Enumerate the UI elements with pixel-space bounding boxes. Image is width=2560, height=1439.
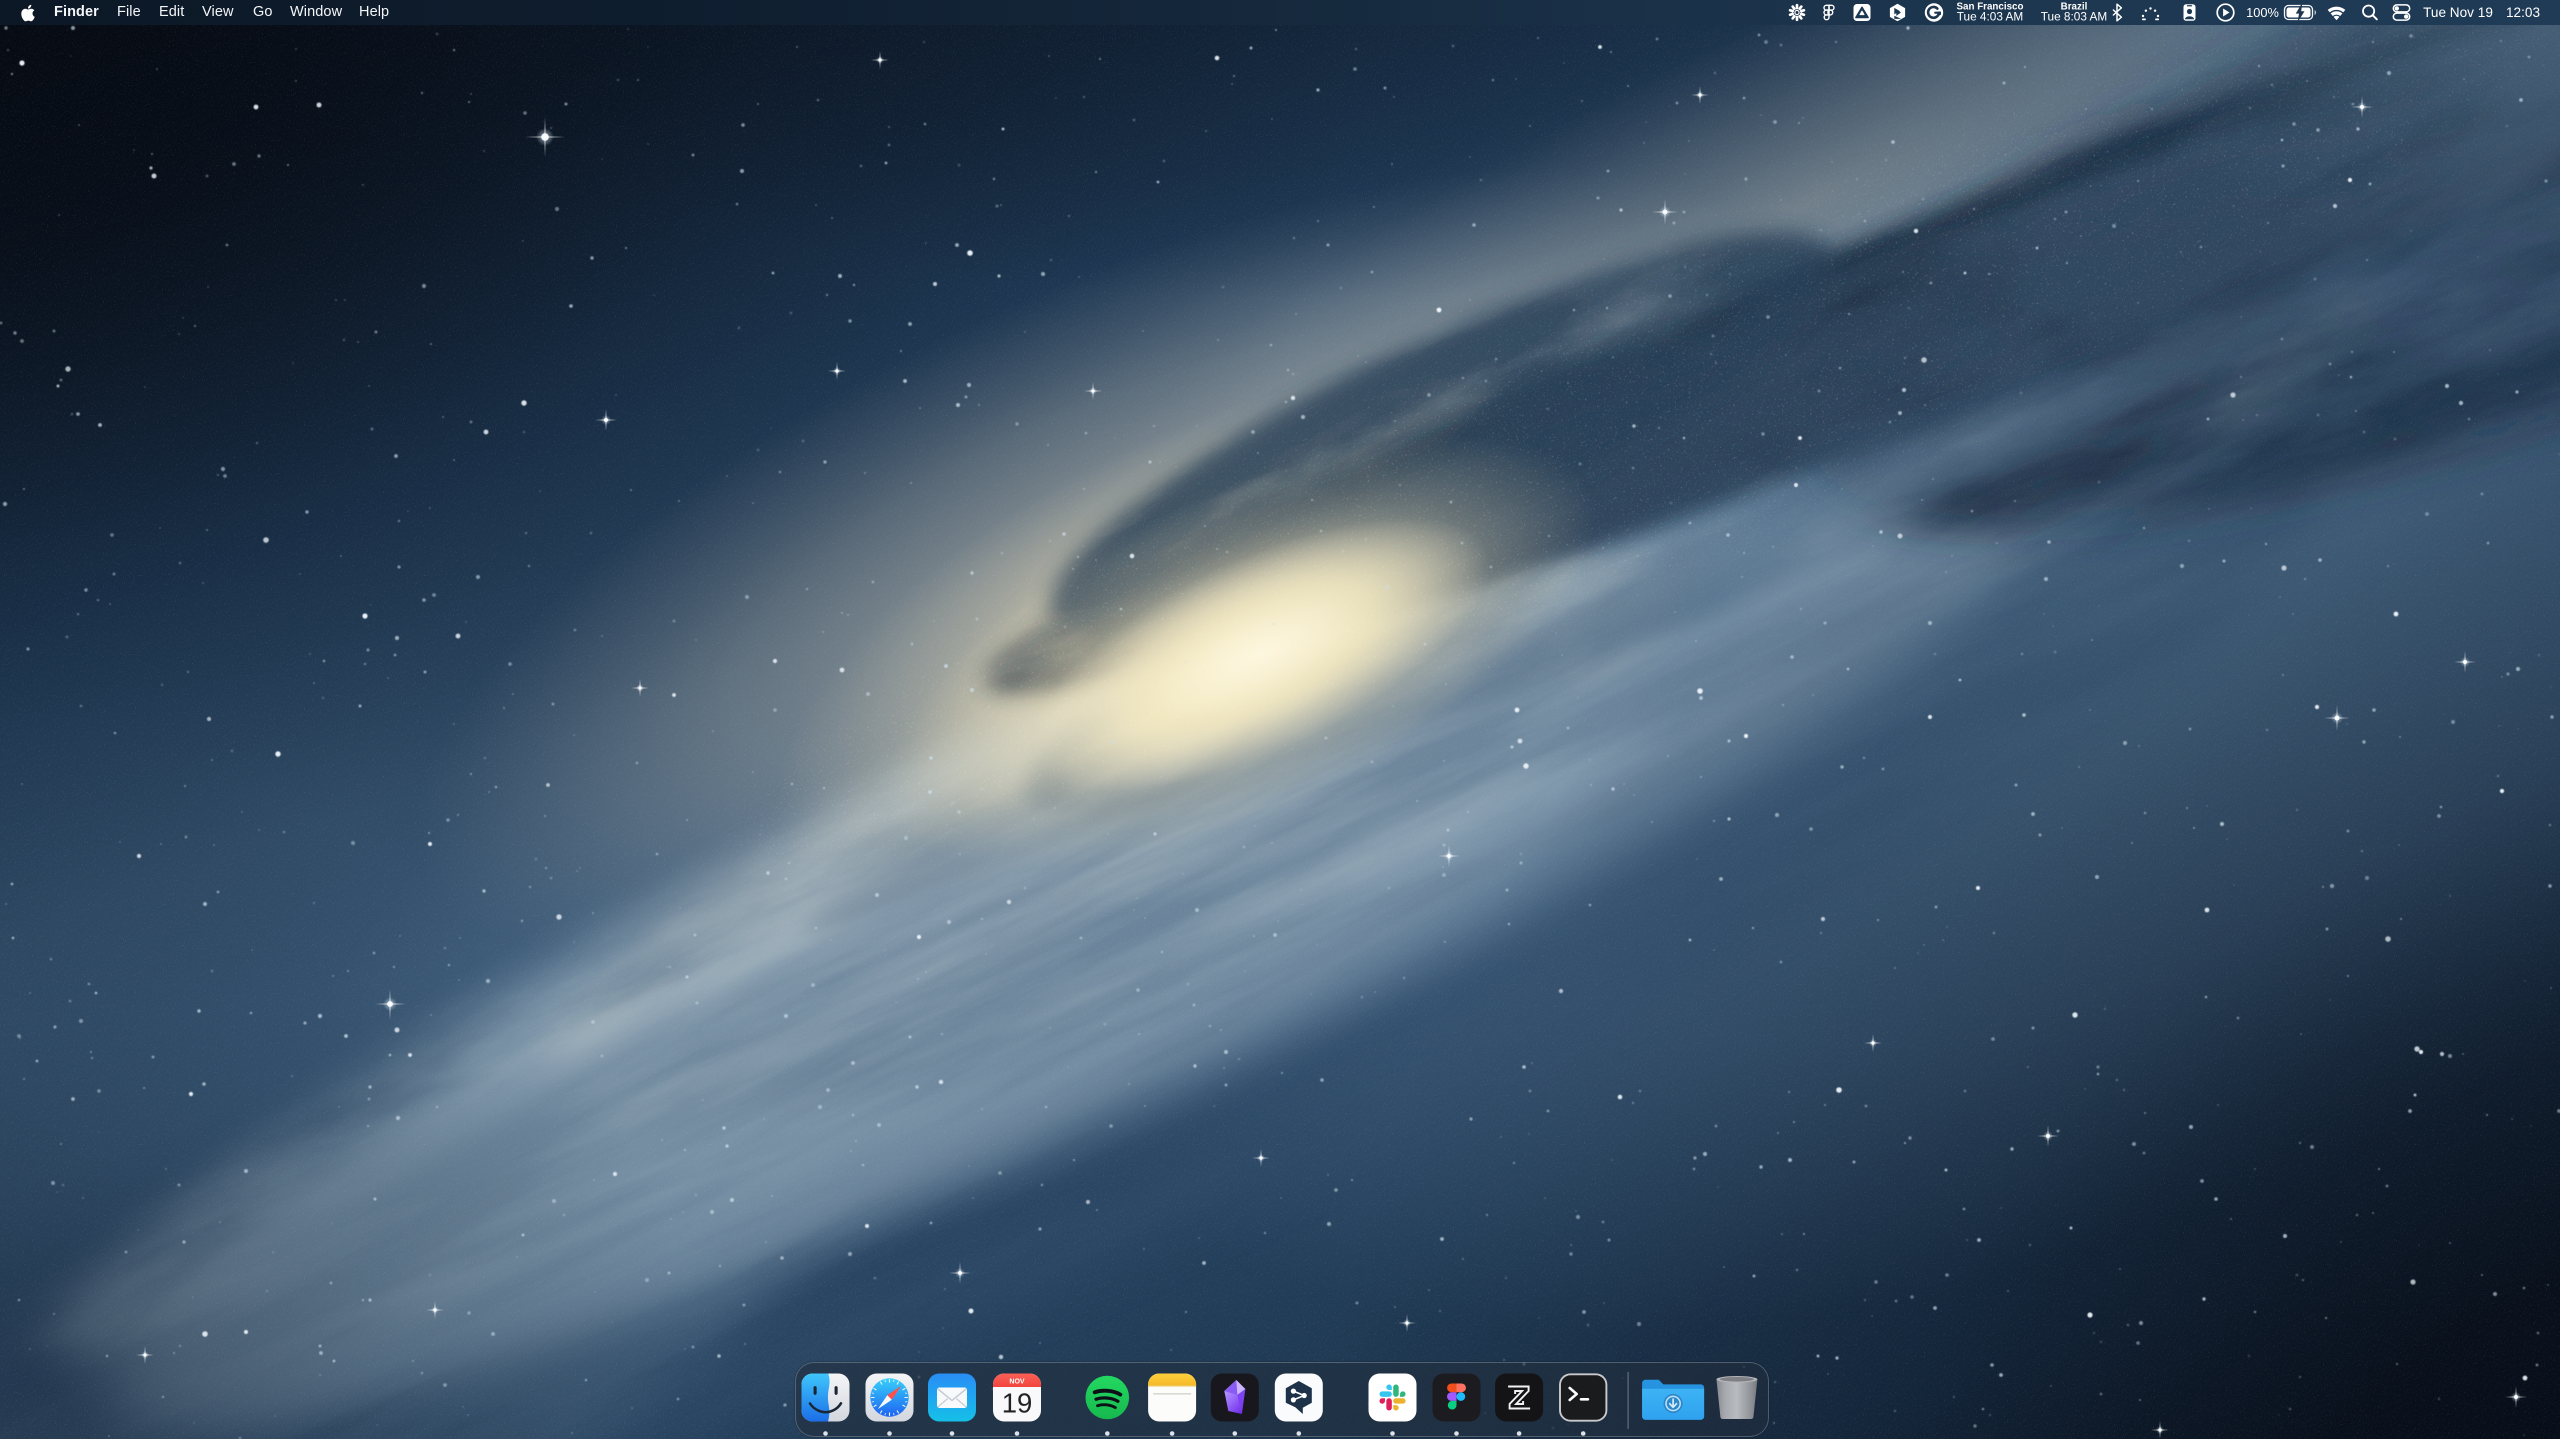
svg-text:100%: 100% xyxy=(2246,5,2279,20)
svg-text:NOV: NOV xyxy=(1009,1378,1025,1385)
svg-text:19: 19 xyxy=(1001,1387,1032,1418)
svg-text:Tue Nov 19: Tue Nov 19 xyxy=(2423,5,2493,20)
svg-text:12:03: 12:03 xyxy=(2506,5,2540,20)
svg-text:Tue 8:03 AM: Tue 8:03 AM xyxy=(2041,10,2107,24)
svg-text:Tue 4:03 AM: Tue 4:03 AM xyxy=(1957,10,2023,24)
